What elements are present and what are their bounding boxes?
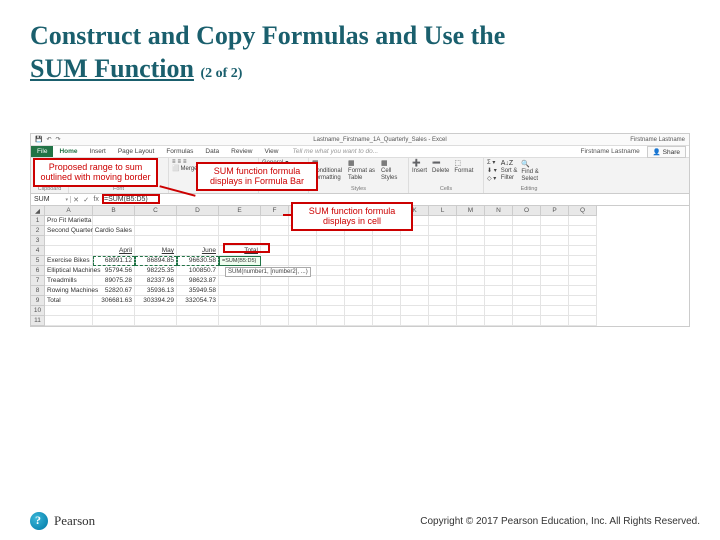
title-line-2a: SUM Function [30,54,194,83]
tellme-input[interactable]: Tell me what you want to do... [284,148,580,155]
save-icon: 💾 [35,136,42,143]
cell-b5[interactable]: 68991.12 [93,256,135,266]
slide-title: Construct and Copy Formulas and Use the … [30,20,690,85]
format-icon[interactable]: ⬚ [454,159,473,167]
excel-screenshot: 💾 ↶ ↷ Lastname_Firstname_1A_Quarterly_Sa… [30,133,690,327]
tab-file[interactable]: File [31,146,53,157]
document-title: Lastname_Firstname_1A_Quarterly_Sales - … [191,137,569,143]
tab-home[interactable]: Home [53,146,83,157]
name-box[interactable]: SUM▾ [31,196,71,203]
pearson-brand: Pearson [30,512,95,530]
share-button[interactable]: 👤 Share [647,146,686,158]
enter-icon[interactable]: ✓ [83,196,89,204]
tab-page-layout[interactable]: Page Layout [112,146,161,157]
format-table-icon[interactable]: ▦ [348,159,375,167]
sort-icon[interactable]: A↓Z [501,160,518,167]
title-suffix: (2 of 2) [200,66,242,81]
ribbon-user: Firstname Lastname [580,148,643,155]
title-line-1: Construct and Copy Formulas and Use the [30,21,505,50]
tab-view[interactable]: View [258,146,284,157]
pearson-text: Pearson [54,513,95,529]
window-titlebar: 💾 ↶ ↷ Lastname_Firstname_1A_Quarterly_Sa… [31,134,689,146]
callout-range: Proposed range to sumoutlined with movin… [33,158,158,187]
copyright-text: Copyright © 2017 Pearson Education, Inc.… [420,516,700,527]
callout-cell: SUM function formuladisplays in cell [291,202,413,231]
cell-e5-active[interactable]: =SUM(B5:D5) [219,256,261,266]
undo-icon: ↶ [46,136,51,143]
window-user: Firstname Lastname [569,137,689,143]
cell-c5[interactable]: 86894.85 [135,256,177,266]
cell-styles-icon[interactable]: ▦ [381,159,397,167]
find-icon[interactable]: 🔍 [521,160,538,168]
redo-icon: ↷ [56,136,61,143]
tab-formulas[interactable]: Formulas [160,146,199,157]
insert-icon[interactable]: ➕ [412,159,427,167]
fx-icon[interactable]: fx [93,196,98,204]
ribbon-tabs: File Home Insert Page Layout Formulas Da… [31,146,689,158]
tab-data[interactable]: Data [199,146,225,157]
delete-icon[interactable]: ➖ [432,159,449,167]
cancel-icon[interactable]: ✕ [73,196,79,204]
function-tooltip: SUM(number1, [number2], ...) [225,267,311,277]
pearson-logo-icon [30,512,48,530]
tab-insert[interactable]: Insert [84,146,112,157]
ribbon-body: Proposed range to sumoutlined with movin… [31,158,689,194]
tab-review[interactable]: Review [225,146,258,157]
cell-d5[interactable]: 96630.58 [177,256,219,266]
callout-formula-bar: SUM function formuladisplays in Formula … [196,162,318,191]
select-all[interactable]: ◢ [31,206,45,216]
